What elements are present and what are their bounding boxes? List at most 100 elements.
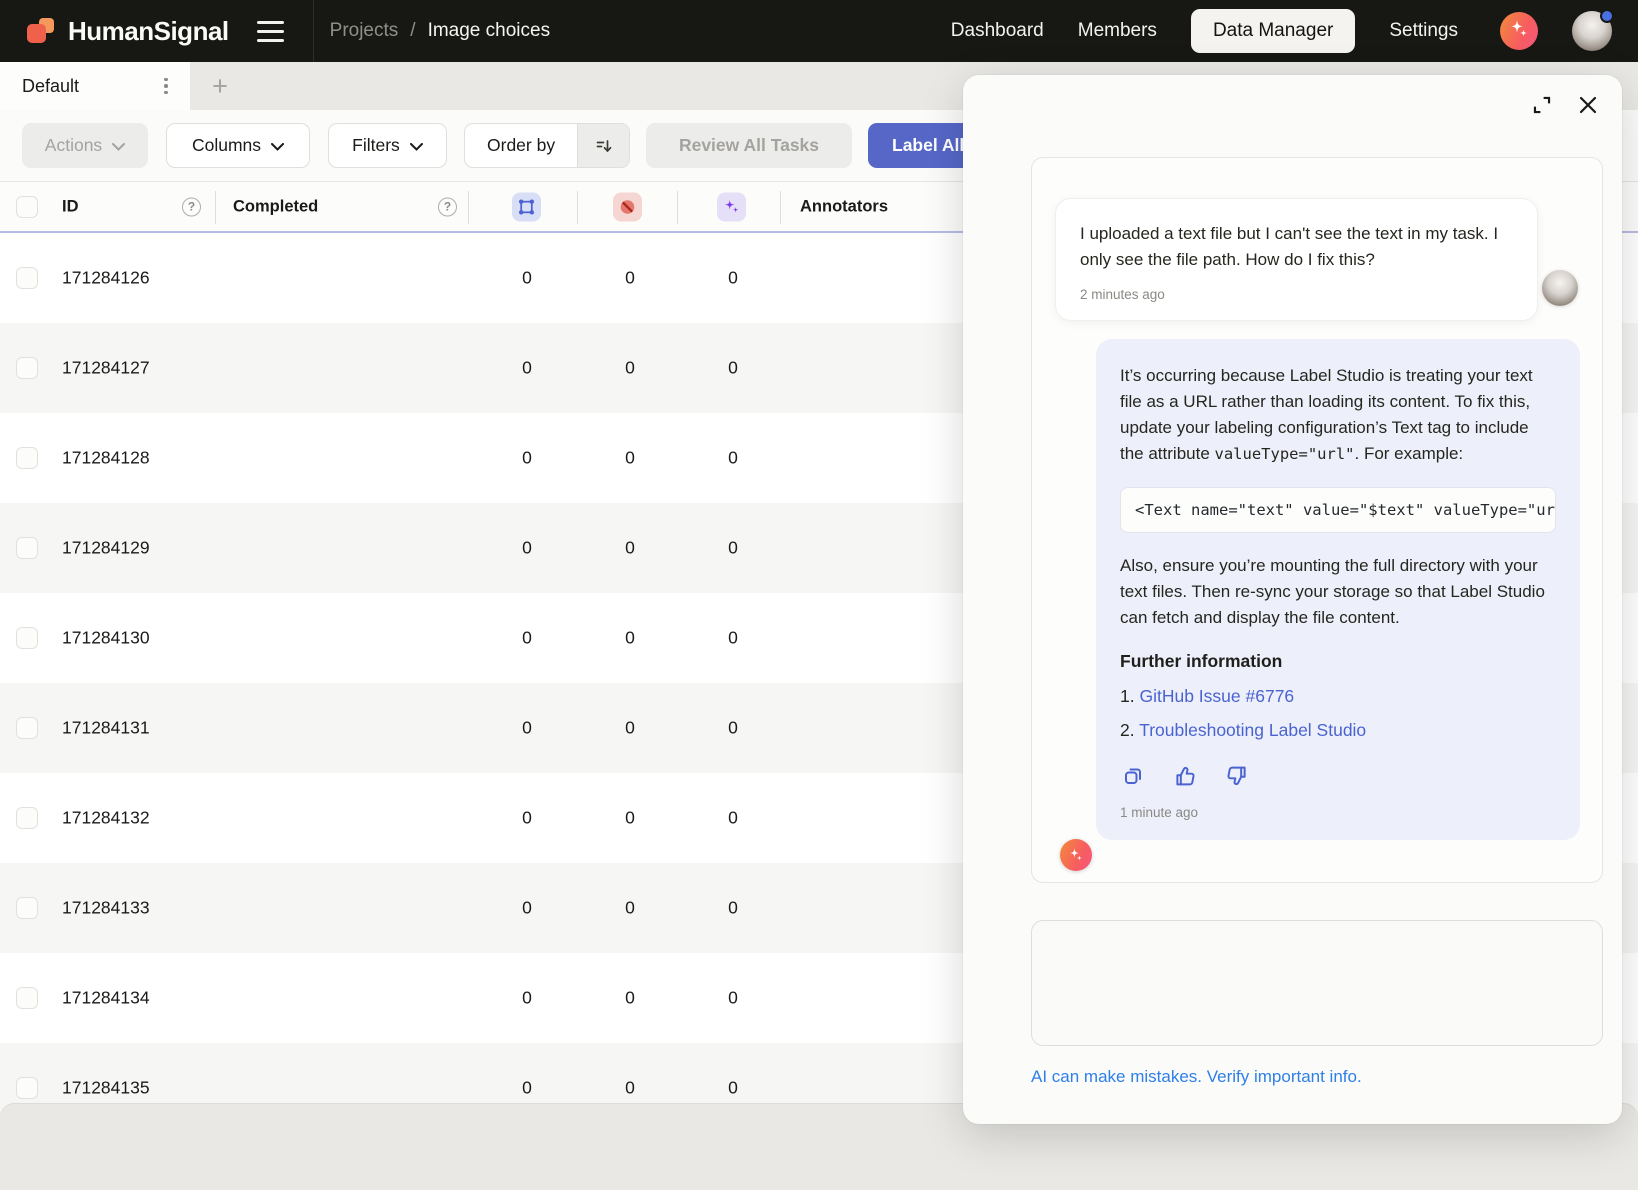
copy-icon <box>1121 764 1145 788</box>
chat-input[interactable] <box>1031 920 1603 1046</box>
predictions-count: 0 <box>713 898 753 919</box>
row-checkbox[interactable] <box>16 897 38 919</box>
annotations-column-icon[interactable] <box>512 192 541 221</box>
humansignal-logo[interactable]: HumanSignal <box>0 15 229 47</box>
ai-assistant-panel: I uploaded a text file but I can't see t… <box>963 75 1622 1124</box>
column-header-completed[interactable]: Completed <box>233 197 318 216</box>
task-id: 171284133 <box>62 898 150 919</box>
inline-code: valueType="url" <box>1215 445 1355 463</box>
order-by-label: Order by <box>465 124 577 167</box>
review-all-tasks-label: Review All Tasks <box>679 135 819 156</box>
filters-dropdown[interactable]: Filters <box>328 123 447 168</box>
annotations-count: 0 <box>507 628 547 649</box>
columns-label: Columns <box>192 135 261 156</box>
row-checkbox[interactable] <box>16 357 38 379</box>
breadcrumb-projects[interactable]: Projects <box>330 20 399 42</box>
hamburger-menu-icon[interactable] <box>257 16 287 46</box>
user-avatar[interactable] <box>1572 11 1612 51</box>
cancelled-count: 0 <box>610 538 650 559</box>
thumbs-down-icon <box>1225 764 1250 789</box>
sparkles-icon <box>1507 17 1531 46</box>
chevron-down-icon <box>112 135 125 156</box>
ai-assistant-button[interactable] <box>1500 12 1538 50</box>
column-header-annotators[interactable]: Annotators <box>800 197 888 216</box>
order-by-control[interactable]: Order by <box>464 123 630 168</box>
copy-button[interactable] <box>1120 763 1146 789</box>
chat-messages-container: I uploaded a text file but I can't see t… <box>1031 157 1603 883</box>
ai-message-intro: It’s occurring because Label Studio is t… <box>1120 363 1556 467</box>
list-number: 1. <box>1120 686 1135 706</box>
breadcrumb-current-project: Image choices <box>428 20 551 42</box>
column-header-id[interactable]: ID <box>62 197 79 216</box>
message-actions <box>1120 763 1556 789</box>
user-message-text: I uploaded a text file but I can't see t… <box>1080 221 1513 273</box>
task-id: 171284131 <box>62 718 150 739</box>
completed-help-icon[interactable]: ? <box>438 197 457 216</box>
column-divider[interactable] <box>468 191 469 224</box>
cancelled-count: 0 <box>610 898 650 919</box>
label-studio-app: HumanSignal Projects / Image choices Das… <box>0 0 1638 1190</box>
row-checkbox[interactable] <box>16 537 38 559</box>
cancelled-count: 0 <box>610 448 650 469</box>
thumbs-up-button[interactable] <box>1172 763 1198 789</box>
list-item: 2. Troubleshooting Label Studio <box>1120 718 1556 743</box>
row-checkbox[interactable] <box>16 717 38 739</box>
actions-dropdown[interactable]: Actions <box>22 123 148 168</box>
review-all-tasks-button[interactable]: Review All Tasks <box>646 123 852 168</box>
tab-default[interactable]: Default <box>0 62 190 110</box>
nav-settings[interactable]: Settings <box>1389 20 1458 42</box>
notification-dot <box>1600 9 1614 23</box>
predictions-column-icon[interactable] <box>717 192 746 221</box>
nav-data-manager-active[interactable]: Data Manager <box>1191 9 1355 53</box>
row-checkbox[interactable] <box>16 447 38 469</box>
column-divider[interactable] <box>677 191 678 224</box>
annotations-count: 0 <box>507 538 547 559</box>
cancelled-count: 0 <box>610 268 650 289</box>
ai-message-bubble: It’s occurring because Label Studio is t… <box>1096 339 1580 840</box>
row-checkbox[interactable] <box>16 807 38 829</box>
expand-icon <box>1529 92 1555 118</box>
task-id: 171284126 <box>62 268 150 289</box>
further-information-heading: Further information <box>1120 651 1556 672</box>
expand-panel-button[interactable] <box>1526 89 1558 121</box>
troubleshooting-link[interactable]: Troubleshooting Label Studio <box>1139 720 1366 740</box>
row-checkbox[interactable] <box>16 987 38 1009</box>
columns-dropdown[interactable]: Columns <box>166 123 310 168</box>
code-block[interactable]: <Text name="text" value="$text" valueTyp… <box>1120 487 1556 533</box>
ai-disclaimer-link[interactable]: AI can make mistakes. Verify important i… <box>1031 1067 1362 1087</box>
id-help-icon[interactable]: ? <box>182 197 201 216</box>
predictions-count: 0 <box>713 1078 753 1099</box>
sort-direction-icon[interactable] <box>577 124 629 167</box>
nav-dashboard[interactable]: Dashboard <box>951 20 1044 42</box>
reference-links-list: 1. GitHub Issue #6776 2. Troubleshooting… <box>1120 684 1556 743</box>
cancelled-count: 0 <box>610 718 650 739</box>
github-issue-link[interactable]: GitHub Issue #6776 <box>1139 686 1294 706</box>
thumbs-down-button[interactable] <box>1224 763 1250 789</box>
chevron-down-icon <box>410 135 423 156</box>
annotations-count: 0 <box>507 808 547 829</box>
tab-options-kebab-icon[interactable] <box>156 73 176 99</box>
column-divider[interactable] <box>577 191 578 224</box>
row-checkbox[interactable] <box>16 627 38 649</box>
select-all-checkbox[interactable] <box>16 196 38 218</box>
predictions-count: 0 <box>713 988 753 1009</box>
cancelled-annotations-column-icon[interactable] <box>613 192 642 221</box>
actions-label: Actions <box>45 135 102 156</box>
predictions-count: 0 <box>713 718 753 739</box>
column-divider[interactable] <box>215 191 216 224</box>
close-icon <box>1577 94 1599 116</box>
annotations-count: 0 <box>507 898 547 919</box>
row-checkbox[interactable] <box>16 267 38 289</box>
annotations-count: 0 <box>507 988 547 1009</box>
close-panel-button[interactable] <box>1572 89 1604 121</box>
row-checkbox[interactable] <box>16 1077 38 1099</box>
column-divider[interactable] <box>780 191 781 224</box>
list-number: 2. <box>1120 720 1135 740</box>
annotations-count: 0 <box>507 718 547 739</box>
nav-members[interactable]: Members <box>1078 20 1157 42</box>
add-tab-button[interactable]: + <box>202 68 238 104</box>
predictions-count: 0 <box>713 808 753 829</box>
cancelled-count: 0 <box>610 628 650 649</box>
navbar-right: Dashboard Members Data Manager Settings <box>951 9 1638 53</box>
breadcrumb-separator: / <box>410 20 415 42</box>
